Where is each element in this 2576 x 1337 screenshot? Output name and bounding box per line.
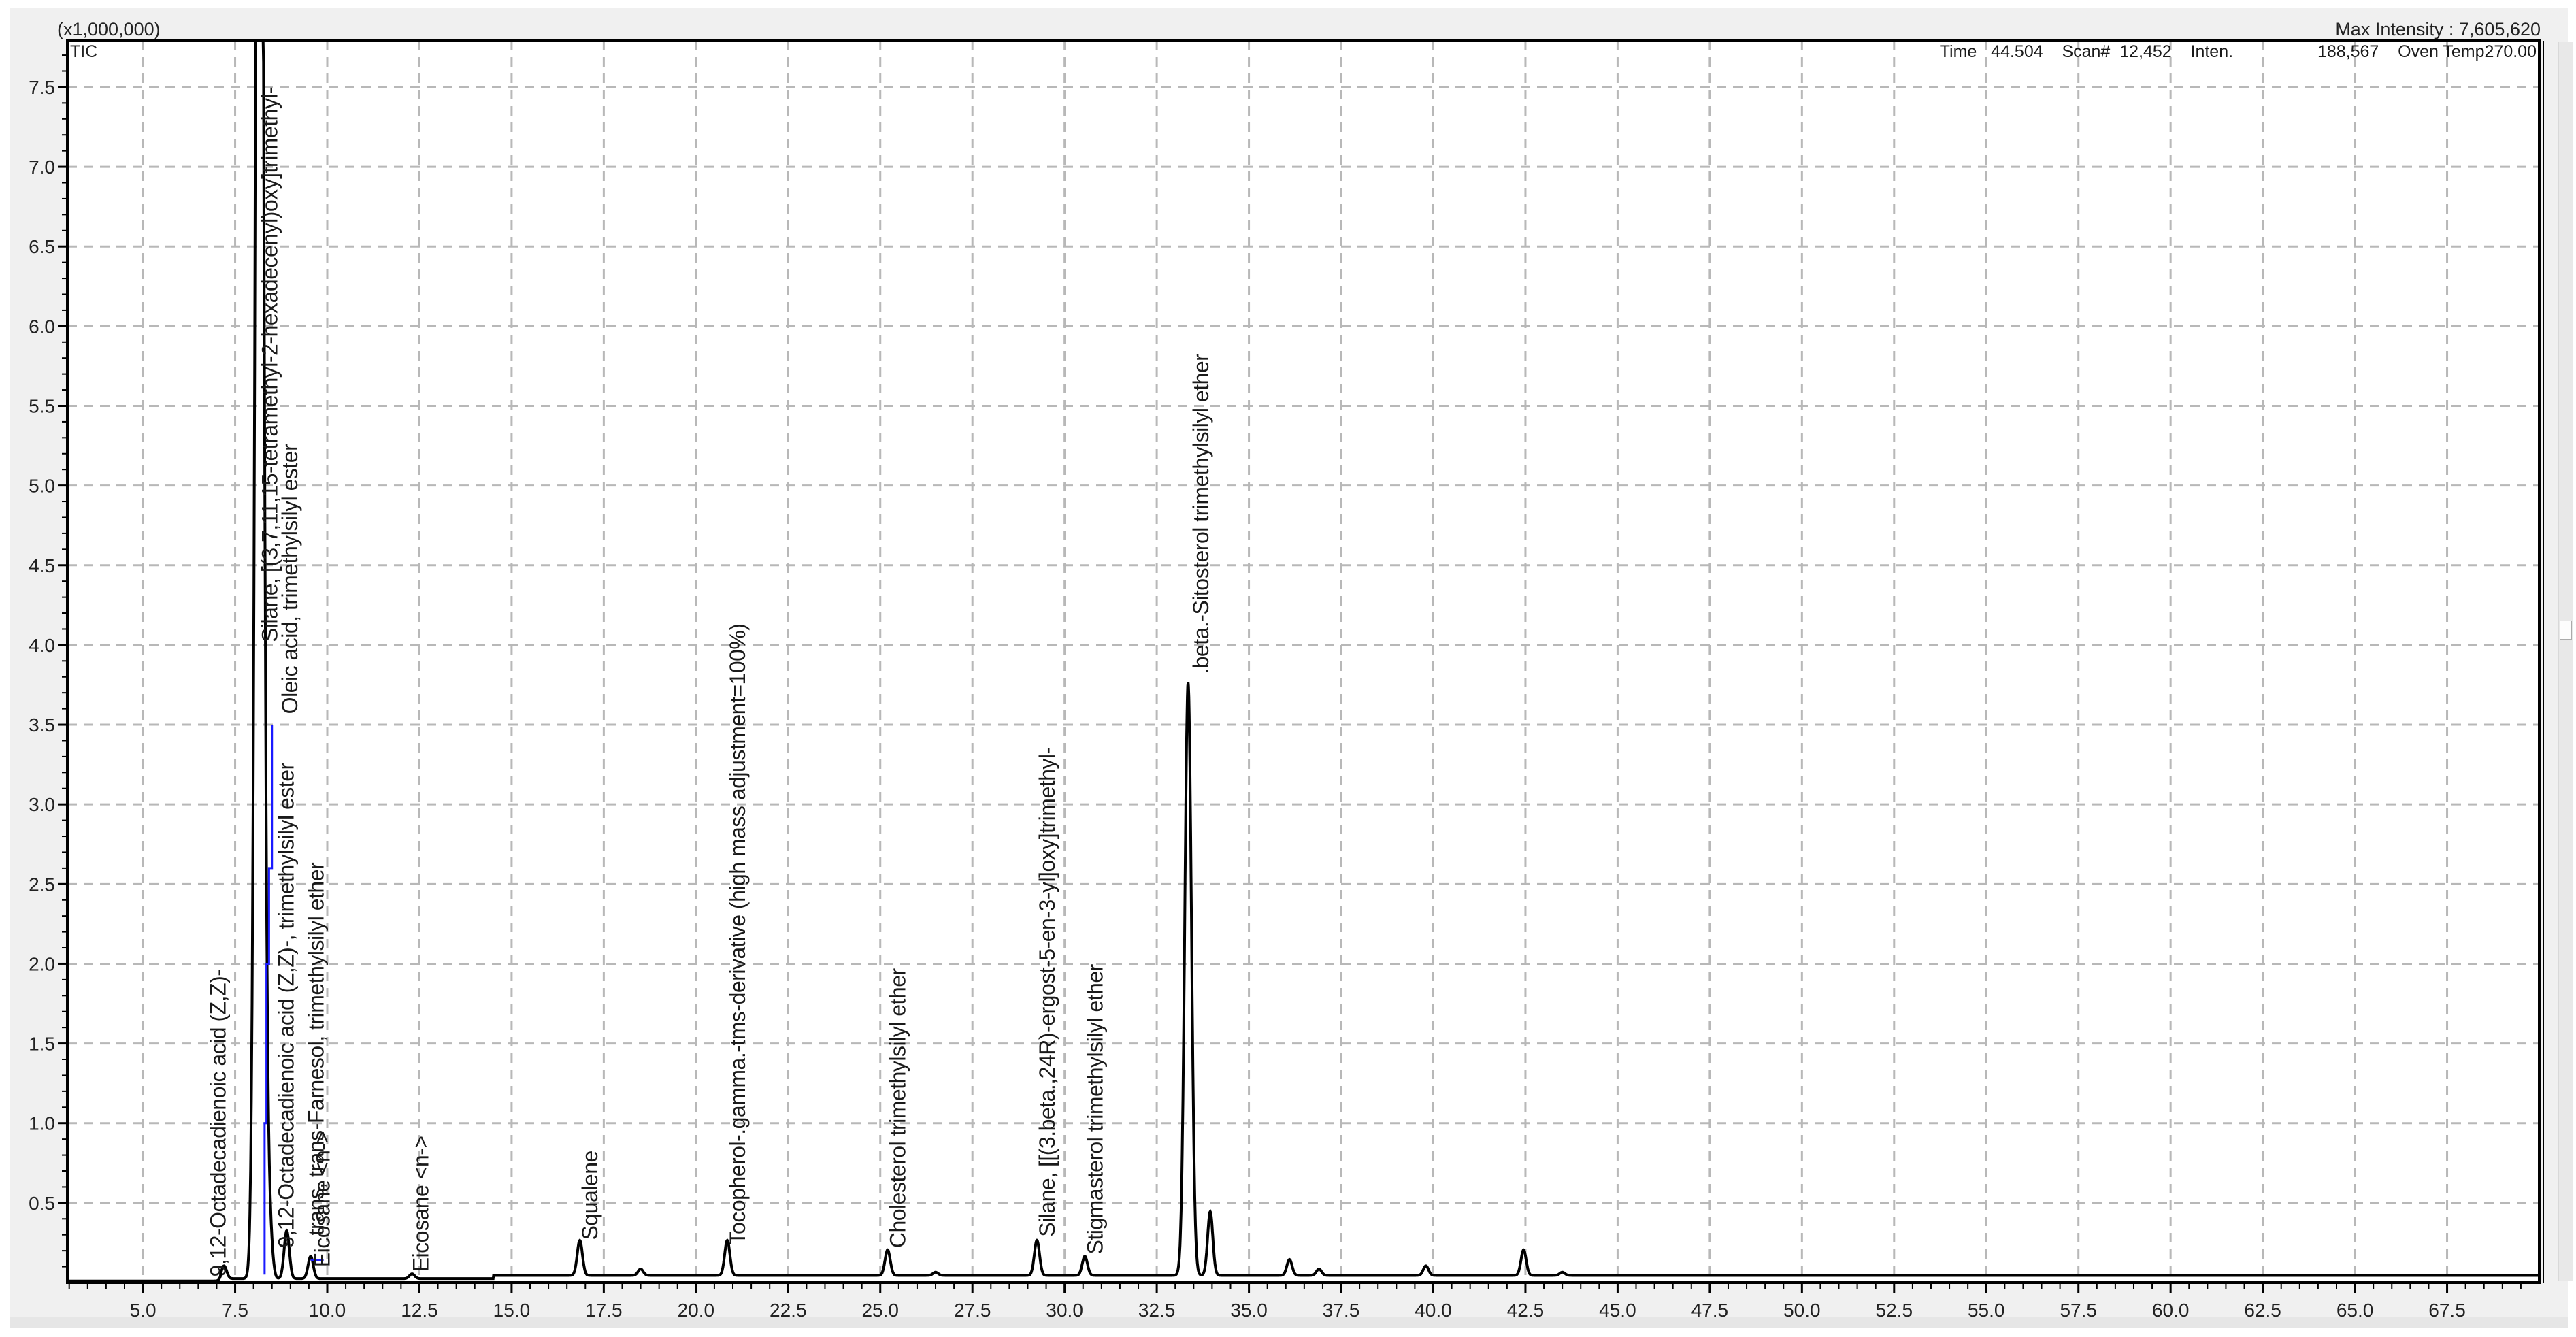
- y-tick-label: 1.5: [29, 1034, 55, 1055]
- peak-label: Eicosane <n->: [310, 1131, 335, 1267]
- intensity-value: 188,567: [2317, 42, 2379, 61]
- y-tick-label: 3.0: [29, 794, 55, 815]
- peak-label: .beta.-Sitosterol trimethylsilyl ether: [1189, 354, 1213, 674]
- time-label: Time: [1939, 42, 1977, 61]
- scrollbar-thumb[interactable]: [2560, 621, 2572, 640]
- scan-value: 12,452: [2119, 42, 2172, 61]
- y-tick-label: 4.0: [29, 635, 55, 656]
- y-tick-label: 5.5: [29, 395, 55, 416]
- cursor-info: Time 44.504 Scan# 12,452 Inten. 188,567 …: [1940, 42, 2537, 62]
- peak-label: Silane, [[(3.beta.,24R)-ergost-5-en-3-yl…: [1035, 747, 1059, 1236]
- peak-label: Stigmasterol trimethylsilyl ether: [1083, 963, 1107, 1254]
- y-tick-label: 6.0: [29, 316, 55, 337]
- trace-label: TIC: [70, 42, 98, 61]
- y-tick-label: 7.5: [29, 77, 55, 98]
- scan-label: Scan#: [2062, 42, 2111, 61]
- intensity-label: Inten.: [2190, 42, 2234, 61]
- peak-label: 9,12-Octadecadienoic acid (Z,Z)-: [205, 970, 230, 1277]
- peak-label: Tocopherol-.gamma.-tms-derivative (high …: [725, 623, 750, 1244]
- peak-label: Cholesterol trimethylsilyl ether: [886, 968, 910, 1248]
- bottom-bar: [10, 1317, 2568, 1328]
- oven-temp: Oven Temp270.00: [2398, 42, 2537, 61]
- y-tick-label: 2.5: [29, 874, 55, 895]
- y-tick-label: 4.5: [29, 555, 55, 576]
- peak-label: 9,12-Octadecadienoic acid (Z,Z)-, trimet…: [274, 763, 299, 1249]
- y-tick-label: 7.0: [29, 156, 55, 178]
- peak-label: Oleic acid, trimethylsilyl ester: [278, 444, 302, 714]
- chromatogram-chart[interactable]: 0.5 1.0 1.5 2.0 2.5 3.0 3.5 4.0 4.5 5.0 5.5 6.0 6.5 7…: [0, 0, 2576, 1337]
- y-tick-label: 3.5: [29, 714, 55, 736]
- plot-area: [67, 41, 2539, 1283]
- peak-label: Squalene: [578, 1151, 602, 1240]
- y-tick-label: 6.5: [29, 236, 55, 257]
- time-value: 44.504: [1991, 42, 2043, 61]
- y-tick-label: 1.0: [29, 1113, 55, 1134]
- y-tick-label: 0.5: [29, 1193, 55, 1214]
- vertical-scrollbar[interactable]: [2558, 42, 2573, 1281]
- y-tick-label: 5.0: [29, 476, 55, 497]
- y-tick-label: 2.0: [29, 953, 55, 974]
- peak-label: Eicosane <n->: [409, 1136, 433, 1272]
